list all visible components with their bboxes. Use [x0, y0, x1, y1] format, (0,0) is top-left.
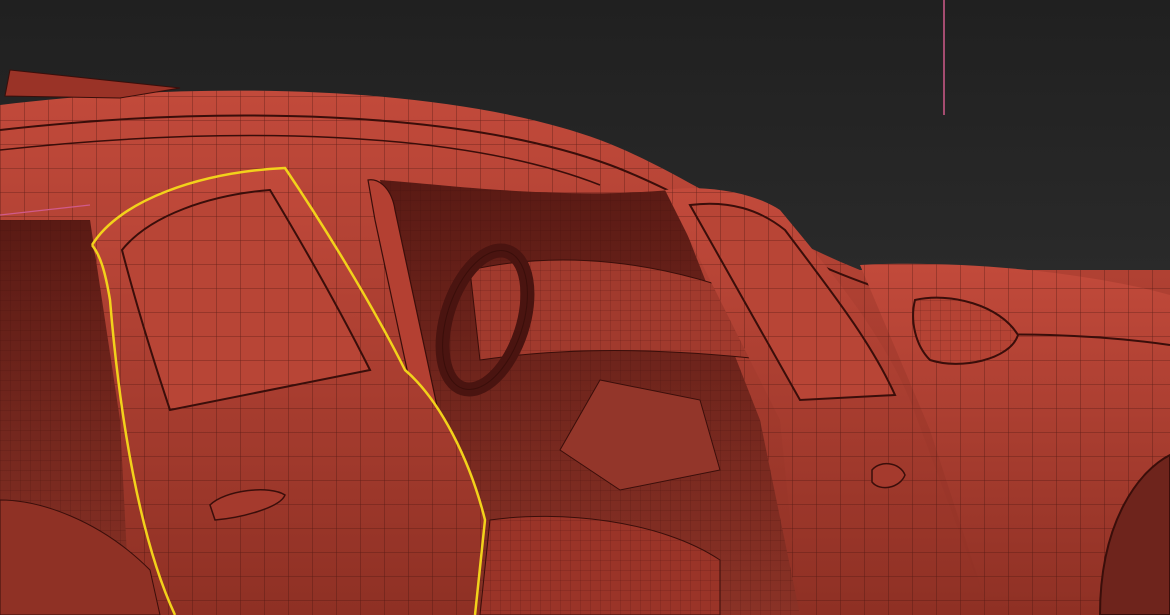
- 3d-viewport[interactable]: [0, 0, 1170, 615]
- car-model-render: [0, 0, 1170, 615]
